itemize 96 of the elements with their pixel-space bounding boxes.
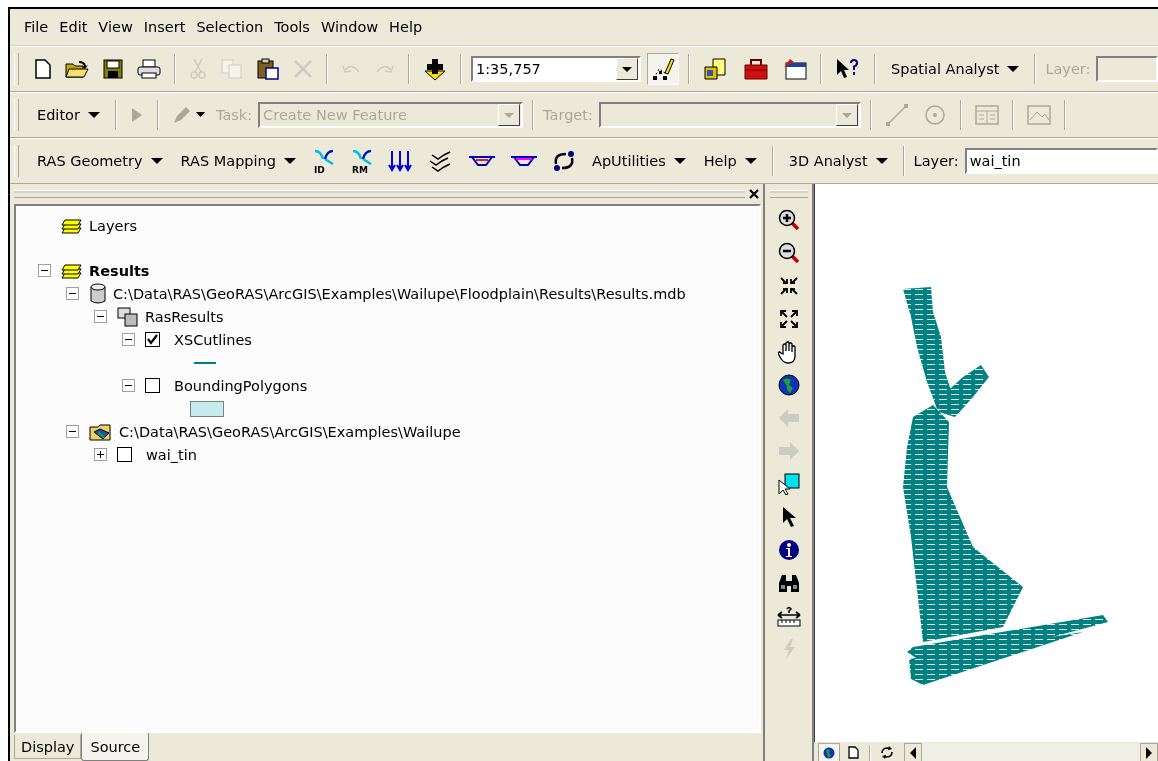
line-split-icon xyxy=(884,103,909,127)
target-dropdown[interactable] xyxy=(598,102,861,128)
expand-toggle[interactable] xyxy=(94,448,107,461)
menu-item[interactable]: Insert xyxy=(143,17,186,37)
page-icon xyxy=(847,746,859,759)
ras-menu[interactable]: Help xyxy=(697,151,763,171)
toolbox-icon xyxy=(743,57,769,81)
blank-page-icon xyxy=(35,59,51,79)
menu-item[interactable]: Window xyxy=(320,17,379,37)
layer-dropdown[interactable] xyxy=(1096,56,1158,82)
refresh-icon xyxy=(880,746,894,759)
zoom-in-icon xyxy=(777,209,800,231)
layer-name[interactable]: Results xyxy=(89,262,150,279)
checkbox[interactable] xyxy=(117,447,132,462)
expand-toggle[interactable] xyxy=(94,310,107,323)
zoom-out-icon xyxy=(777,242,800,264)
layer-label: Layer: xyxy=(913,153,959,169)
menu-item[interactable]: Edit xyxy=(59,17,88,37)
plus-arrow-icon xyxy=(423,57,447,81)
expand-toggle[interactable] xyxy=(122,379,135,392)
layers-stack-icon xyxy=(61,216,83,235)
pencil-icon xyxy=(171,105,206,125)
editor-toolbar-button[interactable] xyxy=(647,53,679,85)
task-label: Task: xyxy=(215,107,253,123)
layer-name[interactable]: BoundingPolygons xyxy=(174,377,308,394)
map-view[interactable] xyxy=(814,184,1158,742)
layer-name[interactable]: wai_tin xyxy=(146,446,197,463)
panel-tab[interactable]: Source xyxy=(81,733,150,761)
dataset-icon xyxy=(117,306,139,327)
cycle-arrows-icon xyxy=(552,150,576,172)
layers-stack-icon xyxy=(61,261,83,280)
expand-toggle[interactable] xyxy=(38,264,51,277)
cabinet-icon xyxy=(703,57,729,81)
pointer-box-icon xyxy=(777,473,800,495)
expand-toggle[interactable] xyxy=(122,333,135,346)
menu-item[interactable]: Selection xyxy=(196,17,264,37)
toolbar-grip[interactable] xyxy=(769,190,808,198)
3d-analyst-menu[interactable]: 3D Analyst xyxy=(782,151,894,171)
layer-name[interactable]: C:\Data\RAS\GeoRAS\ArcGIS\Examples\Wailupe xyxy=(119,423,461,440)
help-pointer-icon xyxy=(835,57,861,81)
expand-toggle[interactable] xyxy=(66,425,79,438)
checkbox[interactable] xyxy=(145,332,160,347)
layer-name[interactable]: RasResults xyxy=(145,308,224,325)
measure-ruler-icon xyxy=(776,605,801,627)
pencil-vertices-icon xyxy=(651,57,675,81)
inward-arrows-icon xyxy=(778,276,799,296)
horizontal-scrollbar[interactable] xyxy=(904,743,1158,761)
database-icon xyxy=(89,282,107,305)
scroll-left-icon[interactable] xyxy=(904,743,922,761)
outward-arrows-icon xyxy=(778,309,799,329)
clipboard-icon xyxy=(257,58,279,80)
channel-section-icon xyxy=(468,154,496,168)
close-icon[interactable] xyxy=(749,189,759,199)
layer-name[interactable]: XSCutlines xyxy=(174,331,252,348)
scale-dropdown[interactable]: 1:35,757 xyxy=(471,56,641,82)
table-icon xyxy=(974,105,999,125)
layer-name[interactable]: Layers xyxy=(89,217,137,234)
ras-menu[interactable]: RAS Mapping xyxy=(174,151,302,171)
right-arrow-icon xyxy=(777,441,800,461)
globe-icon xyxy=(823,746,835,759)
folder-globe-icon xyxy=(89,421,113,442)
channel-section-icon xyxy=(510,154,538,168)
layer-name[interactable]: C:\Data\RAS\GeoRAS\ArcGIS\Examples\Wailupe\Floodplain\Results\Results.mdb xyxy=(113,285,686,302)
printer-icon xyxy=(137,59,161,79)
layer-dropdown[interactable]: wai_tin xyxy=(964,148,1158,174)
target-label: Target: xyxy=(543,107,593,123)
globe-icon xyxy=(777,374,800,396)
rotate-icon xyxy=(922,103,947,127)
copy-icon xyxy=(221,59,243,79)
data-view-button[interactable] xyxy=(818,742,840,761)
window-icon xyxy=(783,57,807,81)
pointer-icon xyxy=(780,506,797,528)
polygon-symbol-icon xyxy=(190,400,224,417)
folder-icon xyxy=(65,59,89,79)
expand-toggle[interactable] xyxy=(66,287,79,300)
spatial-analyst-menu[interactable]: Spatial Analyst xyxy=(885,59,1026,79)
panel-grip[interactable] xyxy=(14,190,745,198)
scissors-icon xyxy=(189,58,207,80)
left-arrow-icon xyxy=(777,408,800,428)
menu-item[interactable]: View xyxy=(98,17,133,37)
panel-tab[interactable]: Display xyxy=(14,735,82,759)
down-arrows-icon xyxy=(388,150,414,172)
info-icon xyxy=(777,539,800,561)
picture-frame-icon xyxy=(1026,105,1051,125)
ras-menu[interactable]: RAS Geometry xyxy=(31,151,169,171)
menu-item[interactable]: File xyxy=(24,17,49,37)
checkbox[interactable] xyxy=(145,378,160,393)
binoculars-icon xyxy=(776,573,801,593)
x-mark-icon xyxy=(293,59,313,79)
layer-label: Layer: xyxy=(1045,61,1091,77)
line-symbol-icon xyxy=(194,360,216,365)
pointer-icon xyxy=(129,106,144,124)
menu-item[interactable]: Tools xyxy=(274,17,310,37)
scroll-right-icon[interactable] xyxy=(1140,743,1158,761)
menu-item[interactable]: Help xyxy=(389,17,423,37)
ras-menu[interactable]: ApUtilities xyxy=(586,151,692,171)
